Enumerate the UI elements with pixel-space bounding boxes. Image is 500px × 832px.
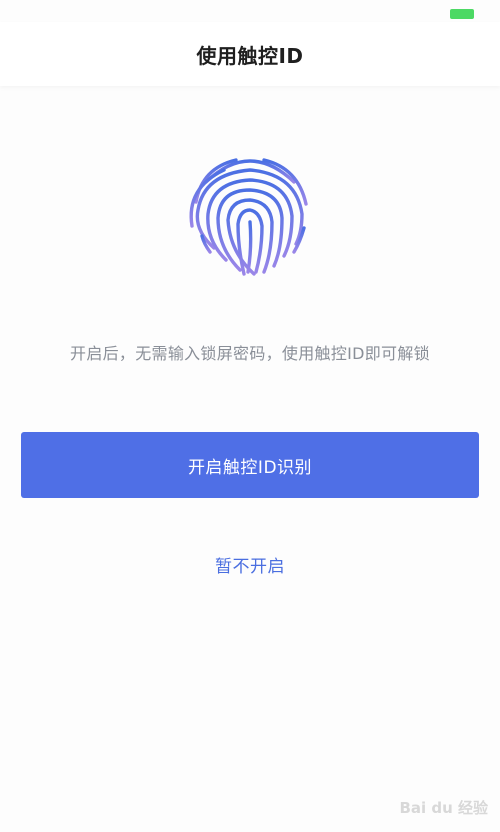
header: 使用触控ID	[0, 22, 500, 86]
page-title: 使用触控ID	[196, 43, 304, 68]
battery-icon	[450, 9, 474, 19]
status-bar	[0, 0, 500, 22]
skip-link[interactable]: 暂不开启	[0, 552, 500, 577]
fingerprint-icon	[189, 158, 308, 276]
screen: 使用触控ID 开启后，无需输入锁屏密码，使用触控ID即可解锁 开启触控ID识别 …	[0, 0, 500, 832]
description-text: 开启后，无需输入锁屏密码，使用触控ID即可解锁	[70, 344, 430, 363]
enable-touch-id-button[interactable]: 开启触控ID识别	[21, 432, 479, 498]
watermark-logo: Bai du 经验	[399, 799, 488, 817]
